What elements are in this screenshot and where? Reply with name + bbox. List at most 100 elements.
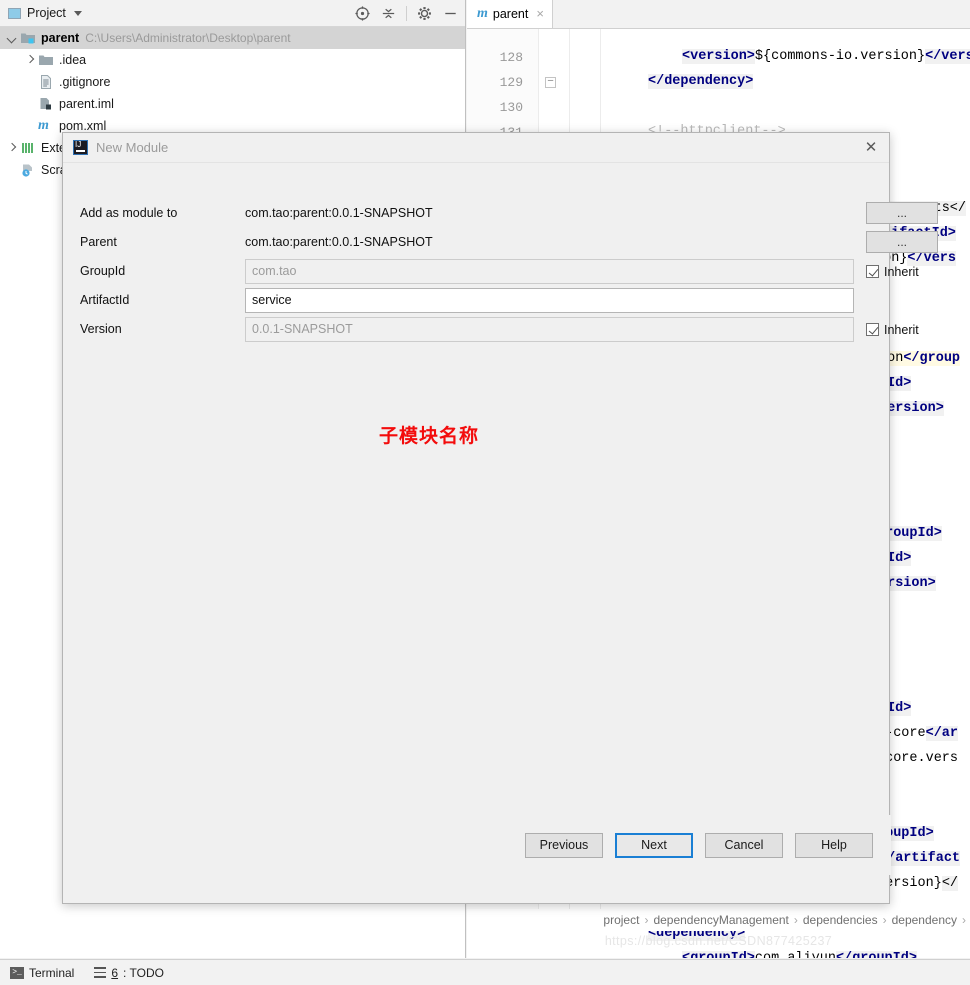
dialog-titlebar: New Module ✕ (63, 133, 889, 163)
intellij-idea-icon (73, 140, 88, 155)
status-todo-button[interactable]: 6 : TODO (94, 966, 164, 980)
minimize-icon[interactable] (442, 5, 459, 22)
tree-item-path: C:\Users\Administrator\Desktop\parent (85, 31, 291, 45)
inherit-label: Inherit (884, 322, 919, 337)
breadcrumb-item-dependencymanagement[interactable]: dependencyManagement (653, 913, 788, 927)
file-text-icon (38, 74, 54, 90)
breadcrumb-separator: › (962, 913, 966, 927)
field-label: GroupId (80, 264, 126, 278)
inherit-label: Inherit (884, 264, 919, 279)
cancel-button[interactable]: Cancel (705, 832, 783, 858)
breadcrumb-item-project[interactable]: project (603, 913, 639, 927)
checkbox-checked-icon[interactable] (866, 323, 879, 336)
code-fragment: son</group (879, 351, 961, 366)
version-input[interactable]: 0.0.1-SNAPSHOT (245, 317, 854, 342)
tree-item-idea[interactable]: .idea (0, 49, 465, 71)
locate-icon[interactable] (354, 5, 371, 22)
tree-item-label: parent.iml (59, 97, 114, 111)
new-module-dialog: New Module ✕ Add as module to com.tao:pa… (62, 132, 938, 904)
editor-tab-parent[interactable]: m parent × (467, 0, 553, 28)
tree-item-parent[interactable]: parent C:\Users\Administrator\Desktop\pa… (0, 27, 465, 49)
toolbar-divider (406, 6, 407, 21)
artifactid-input[interactable]: service (245, 288, 854, 313)
breadcrumb-separator: › (793, 913, 798, 927)
tree-item-parent-iml[interactable]: parent.iml (0, 93, 465, 115)
tree-item-label: .idea (59, 53, 87, 67)
close-icon[interactable]: × (536, 6, 544, 21)
tree-item-gitignore[interactable]: .gitignore (0, 71, 465, 93)
browse-button-parent[interactable]: ... (866, 231, 938, 253)
code-line-129: </dependency> (648, 74, 754, 89)
project-toolbar-icons (354, 0, 459, 27)
code-fragment: Id> (887, 551, 912, 566)
editor-tab-label: parent (492, 6, 529, 21)
groupid-input[interactable]: com.tao (245, 259, 854, 284)
field-row-artifactid: ArtifactId service (63, 286, 891, 315)
field-label: Add as module to (80, 206, 178, 220)
field-row-version: Version 0.0.1-SNAPSHOT Inherit (63, 315, 919, 344)
terminal-label: Terminal (29, 965, 75, 980)
field-value-parent: com.tao:parent:0.0.1-SNAPSHOT (245, 235, 433, 249)
line-number: 129 (499, 75, 523, 90)
field-row-groupid: GroupId com.tao Inherit (63, 257, 919, 286)
collapse-all-icon[interactable] (380, 5, 397, 22)
close-icon[interactable]: ✕ (863, 140, 879, 156)
next-button[interactable]: Next (615, 832, 693, 858)
breadcrumb-item-dependencies[interactable]: dependencies (803, 913, 878, 927)
chevron-right-icon[interactable] (6, 142, 19, 155)
folder-icon (38, 52, 54, 68)
scratches-icon (20, 162, 36, 178)
inherit-checkbox-version[interactable]: Inherit (866, 315, 919, 344)
watermark-text: https://blog.csdn.net/CSDN877425237 (604, 934, 833, 948)
code-fragment: Id> (887, 701, 912, 716)
code-fragment: </artifact (879, 851, 961, 866)
browse-button-add-as-module-to[interactable]: ... (866, 202, 938, 224)
status-terminal-button[interactable]: >_ Terminal (10, 966, 74, 980)
editor-tabstrip: m parent × (467, 0, 970, 29)
project-toolbar: Project (0, 0, 465, 27)
breadcrumb-item-dependency[interactable]: dependency (892, 913, 957, 927)
code-fragment: Id> (887, 376, 912, 391)
previous-button[interactable]: Previous (525, 832, 603, 858)
chevron-down-icon[interactable] (6, 32, 19, 45)
ide-window: Project parent C:\Users\Administrator\De… (0, 0, 970, 985)
inherit-checkbox-groupid[interactable]: Inherit (866, 257, 919, 286)
field-label: Version (80, 322, 122, 336)
settings-gear-icon[interactable] (416, 5, 433, 22)
dialog-title: New Module (96, 140, 169, 155)
field-label: Parent (80, 235, 117, 249)
breadcrumb[interactable]: project › dependencyManagement › depende… (467, 909, 970, 931)
code-line-163: <groupId>com.aliyun</groupId> (682, 951, 917, 958)
tree-item-label: parent (41, 31, 80, 45)
todo-list-icon (94, 967, 107, 978)
field-label: ArtifactId (80, 293, 130, 307)
annotation-text: 子模块名称 (379, 425, 480, 447)
field-row-parent: Parent com.tao:parent:0.0.1-SNAPSHOT ... (63, 228, 938, 257)
todo-label: : TODO (123, 965, 164, 980)
field-value-add-as-module-to: com.tao:parent:0.0.1-SNAPSHOT (245, 206, 433, 220)
line-number: 130 (499, 100, 523, 115)
tree-item-label: .gitignore (59, 75, 111, 89)
todo-number: 6 (111, 965, 119, 980)
code-line-128: <version>${commons-io.version}</vers (682, 49, 970, 64)
project-icon (8, 7, 21, 19)
project-view-selector[interactable]: Project (0, 6, 82, 20)
checkbox-checked-icon[interactable] (866, 265, 879, 278)
help-button[interactable]: Help (795, 832, 873, 858)
module-folder-icon (20, 30, 36, 46)
line-number: 128 (499, 50, 523, 65)
breadcrumb-separator: › (882, 913, 887, 927)
libraries-icon (20, 140, 36, 156)
chevron-right-icon[interactable] (24, 54, 37, 67)
chevron-down-icon[interactable] (73, 10, 82, 16)
dialog-footer: Previous Next Cancel Help (63, 815, 891, 875)
terminal-icon: >_ (10, 966, 24, 979)
status-bar: >_ Terminal 6 : TODO (0, 959, 970, 985)
project-panel-title: Project (27, 6, 66, 20)
iml-file-icon (38, 96, 54, 112)
breadcrumb-separator: › (644, 913, 649, 927)
field-row-add-as-module-to: Add as module to com.tao:parent:0.0.1-SN… (63, 199, 938, 228)
code-fold-toggle[interactable]: − (545, 77, 556, 88)
dialog-body: Add as module to com.tao:parent:0.0.1-SN… (63, 163, 938, 875)
tree-item-label: pom.xml (59, 119, 107, 133)
